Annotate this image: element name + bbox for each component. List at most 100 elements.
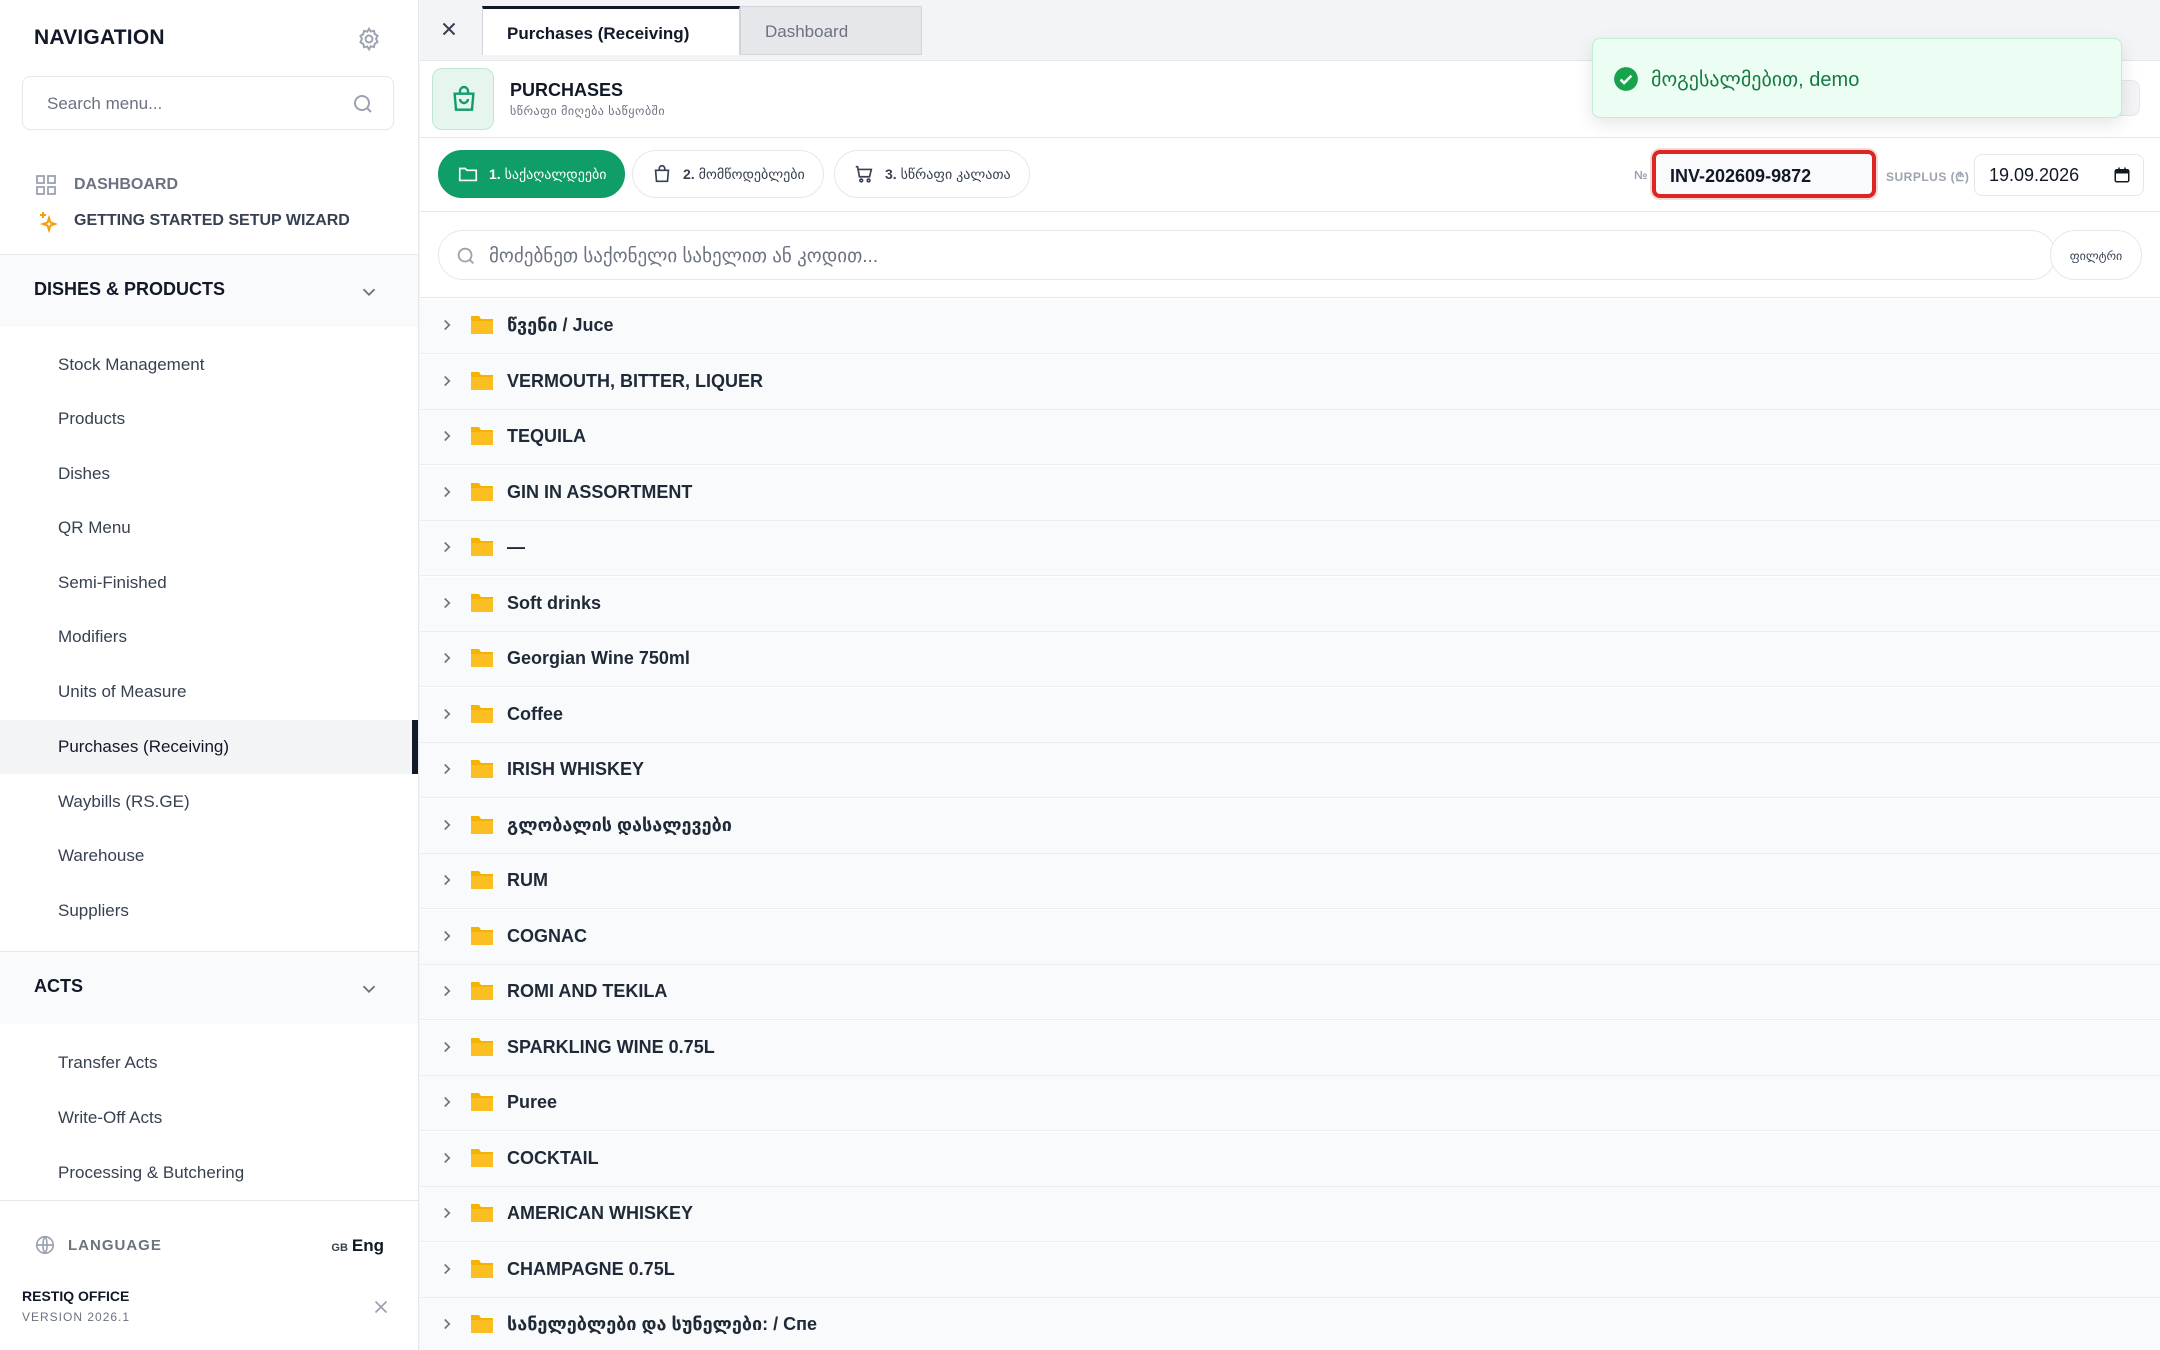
- folder-icon: [471, 538, 493, 556]
- folder-row[interactable]: ROMI AND TEKILA: [420, 965, 2160, 1020]
- sidebar-item-label: Products: [58, 409, 126, 428]
- folder-icon: [471, 760, 493, 778]
- chevron-right-icon[interactable]: [438, 1093, 456, 1111]
- goods-search-input[interactable]: მოძებნეთ საქონელი სახელით ან კოდით...: [438, 230, 2056, 280]
- tab-purchases-receiving[interactable]: Purchases (Receiving): [482, 6, 740, 55]
- folder-name: VERMOUTH, BITTER, LIQUER: [507, 371, 763, 391]
- chevron-right-icon[interactable]: [438, 649, 456, 667]
- section-acts[interactable]: ACTS: [0, 952, 418, 1024]
- chevron-down-icon: [362, 288, 376, 297]
- chevron-right-icon[interactable]: [438, 1260, 456, 1278]
- sidebar-item-purchases-receiving[interactable]: Purchases (Receiving): [0, 720, 418, 774]
- sidebar-item-write-off-acts[interactable]: Write-Off Acts: [0, 1091, 418, 1145]
- app-name: RESTIQ OFFICE: [22, 1288, 130, 1304]
- folder-row[interactable]: CHAMPAGNE 0.75L: [420, 1243, 2160, 1298]
- chevron-right-icon[interactable]: [438, 1315, 456, 1333]
- chevron-right-icon[interactable]: [438, 1149, 456, 1167]
- folder-icon: [458, 167, 478, 182]
- sidebar-item-modifiers[interactable]: Modifiers: [0, 610, 418, 664]
- folder-row[interactable]: TEQUILA: [420, 410, 2160, 465]
- folder-row[interactable]: GIN IN ASSORTMENT: [420, 466, 2160, 521]
- sidebar-item-suppliers[interactable]: Suppliers: [0, 884, 418, 938]
- chevron-right-icon[interactable]: [438, 372, 456, 390]
- chevron-right-icon[interactable]: [438, 871, 456, 889]
- date-input[interactable]: 19.09.2026: [1974, 154, 2144, 196]
- invoice-number-input[interactable]: INV-202609-9872: [1652, 150, 1876, 198]
- chevron-right-icon[interactable]: [438, 760, 456, 778]
- folder-name: GIN IN ASSORTMENT: [507, 482, 693, 502]
- sidebar-item-semi-finished[interactable]: Semi-Finished: [0, 556, 418, 610]
- chevron-right-icon[interactable]: [438, 427, 456, 445]
- chevron-right-icon[interactable]: [438, 927, 456, 945]
- folder-row[interactable]: Georgian Wine 750ml: [420, 632, 2160, 687]
- tab-dashboard[interactable]: Dashboard: [740, 6, 922, 55]
- folder-row[interactable]: COCKTAIL: [420, 1132, 2160, 1187]
- folder-row[interactable]: წვენი / Juce: [420, 299, 2160, 354]
- folder-row[interactable]: AMERICAN WHISKEY: [420, 1187, 2160, 1242]
- globe-icon: [35, 1235, 55, 1255]
- folder-row[interactable]: RUM: [420, 854, 2160, 909]
- menu-search-placeholder: Search menu...: [47, 94, 163, 113]
- folder-row[interactable]: COGNAC: [420, 910, 2160, 965]
- folder-name: სანელებლები და სუნელები: / Спе: [507, 1314, 818, 1334]
- chevron-right-icon[interactable]: [438, 594, 456, 612]
- folder-row[interactable]: SPARKLING WINE 0.75L: [420, 1021, 2160, 1076]
- chevron-right-icon[interactable]: [438, 705, 456, 723]
- chevron-right-icon[interactable]: [438, 538, 456, 556]
- nav-link-dashboard[interactable]: DASHBOARD: [34, 170, 178, 200]
- language-switcher[interactable]: LANGUAGE GB Eng: [34, 1232, 384, 1262]
- folder-row[interactable]: Soft drinks: [420, 577, 2160, 632]
- folder-row[interactable]: —: [420, 521, 2160, 576]
- folder-icon: [471, 816, 493, 834]
- sidebar-item-waybills[interactable]: Waybills (RS.GE): [0, 775, 418, 829]
- surplus-label: SURPLUS (₾): [1886, 170, 1970, 184]
- chevron-right-icon[interactable]: [438, 483, 456, 501]
- folder-icon: [471, 316, 493, 334]
- folder-icon: [471, 372, 493, 390]
- sidebar-item-units-of-measure[interactable]: Units of Measure: [0, 665, 418, 719]
- folder-name: Georgian Wine 750ml: [507, 648, 690, 668]
- page-title: PURCHASES: [510, 80, 624, 100]
- folder-name: SPARKLING WINE 0.75L: [507, 1037, 715, 1057]
- sidebar-item-stock-management[interactable]: Stock Management: [0, 338, 418, 392]
- close-icon[interactable]: [370, 1296, 392, 1318]
- sidebar-item-products[interactable]: Products: [0, 392, 418, 446]
- folder-row[interactable]: Puree: [420, 1076, 2160, 1131]
- step-quick-cart-button[interactable]: 3. სწრაფი კალათა: [834, 150, 1030, 198]
- sidebar-item-label: Semi-Finished: [58, 573, 167, 592]
- tab-label: Purchases (Receiving): [507, 24, 690, 43]
- chevron-right-icon[interactable]: [438, 982, 456, 1000]
- menu-search-input[interactable]: Search menu...: [22, 76, 394, 130]
- check-circle-icon: [1614, 67, 1638, 91]
- sidebar-item-qr-menu[interactable]: QR Menu: [0, 501, 418, 555]
- folder-row[interactable]: გლობალის დასალევები: [420, 799, 2160, 854]
- sidebar-item-label: Purchases (Receiving): [58, 737, 230, 756]
- folder-row[interactable]: VERMOUTH, BITTER, LIQUER: [420, 355, 2160, 410]
- chevron-right-icon[interactable]: [438, 1038, 456, 1056]
- folder-row[interactable]: Coffee: [420, 688, 2160, 743]
- close-icon[interactable]: [438, 18, 460, 40]
- goods-search-row: მოძებნეთ საქონელი სახელით ან კოდით... ფი…: [420, 212, 2160, 298]
- folder-name: AMERICAN WHISKEY: [507, 1203, 694, 1223]
- gear-icon[interactable]: [356, 26, 382, 52]
- folder-row[interactable]: სანელებლები და სუნელები: / Спе: [420, 1298, 2160, 1350]
- sparkle-icon: [39, 212, 58, 233]
- sidebar-item-processing-butchering[interactable]: Processing & Butchering: [0, 1146, 418, 1200]
- sidebar-item-warehouse[interactable]: Warehouse: [0, 829, 418, 883]
- sidebar-item-transfer-acts[interactable]: Transfer Acts: [0, 1036, 418, 1090]
- nav-title: NAVIGATION: [34, 26, 165, 49]
- sidebar-item-dishes[interactable]: Dishes: [0, 447, 418, 501]
- chevron-right-icon[interactable]: [438, 1204, 456, 1222]
- folder-name: COCKTAIL: [507, 1148, 599, 1168]
- step-folders-button[interactable]: 1. საქაღალდეები: [438, 150, 626, 198]
- calendar-icon[interactable]: [2113, 166, 2131, 184]
- folder-row[interactable]: IRISH WHISKEY: [420, 743, 2160, 798]
- sidebar-item-label: Suppliers: [58, 901, 129, 920]
- section-dishes-products[interactable]: DISHES & PRODUCTS: [0, 255, 418, 327]
- chevron-right-icon[interactable]: [438, 816, 456, 834]
- step-suppliers-button[interactable]: 2. მომწოდებლები: [632, 150, 824, 198]
- filter-button[interactable]: ფილტრი: [2050, 230, 2142, 280]
- folder-icon: [471, 594, 493, 612]
- nav-link-setup-wizard[interactable]: GETTING STARTED SETUP WIZARD: [34, 206, 350, 236]
- chevron-right-icon[interactable]: [438, 316, 456, 334]
